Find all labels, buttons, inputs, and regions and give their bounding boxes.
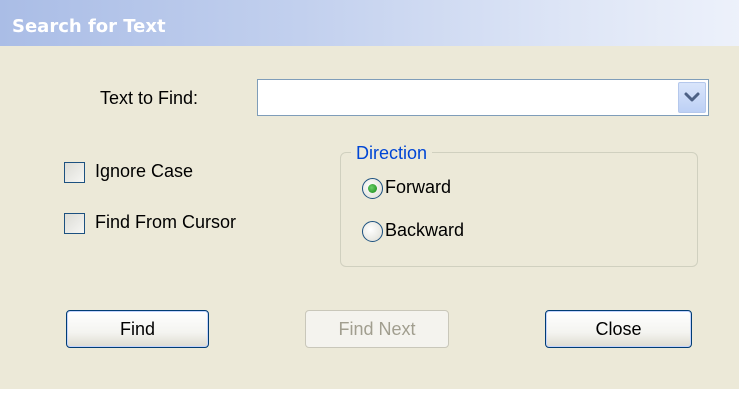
window-bottom-edge <box>0 389 752 395</box>
window-right-edge <box>739 0 752 395</box>
chevron-down-icon <box>684 92 700 102</box>
direction-groupbox <box>340 152 698 267</box>
dropdown-button[interactable] <box>678 82 706 113</box>
text-to-find-combobox[interactable] <box>257 79 709 116</box>
dialog-title: Search for Text <box>12 16 166 37</box>
find-from-cursor-label: Find From Cursor <box>95 212 237 232</box>
backward-label: Backward <box>385 220 465 240</box>
ignore-case-label: Ignore Case <box>95 161 194 181</box>
find-from-cursor-checkbox[interactable] <box>64 213 85 234</box>
ignore-case-checkbox[interactable] <box>64 162 85 183</box>
backward-radio[interactable] <box>362 221 383 242</box>
forward-label: Forward <box>385 177 452 197</box>
find-next-button: Find Next <box>305 310 449 348</box>
forward-radio[interactable] <box>362 178 383 199</box>
find-button[interactable]: Find <box>66 310 209 348</box>
search-for-text-dialog: Search for Text Text to Find: Ignore Cas… <box>0 0 752 395</box>
text-to-find-input[interactable] <box>260 82 682 113</box>
text-to-find-label: Text to Find: <box>100 88 199 108</box>
direction-legend: Direction <box>351 143 433 164</box>
close-button[interactable]: Close <box>545 310 692 348</box>
radio-selected-dot <box>368 184 377 193</box>
title-bar[interactable]: Search for Text <box>0 0 752 46</box>
